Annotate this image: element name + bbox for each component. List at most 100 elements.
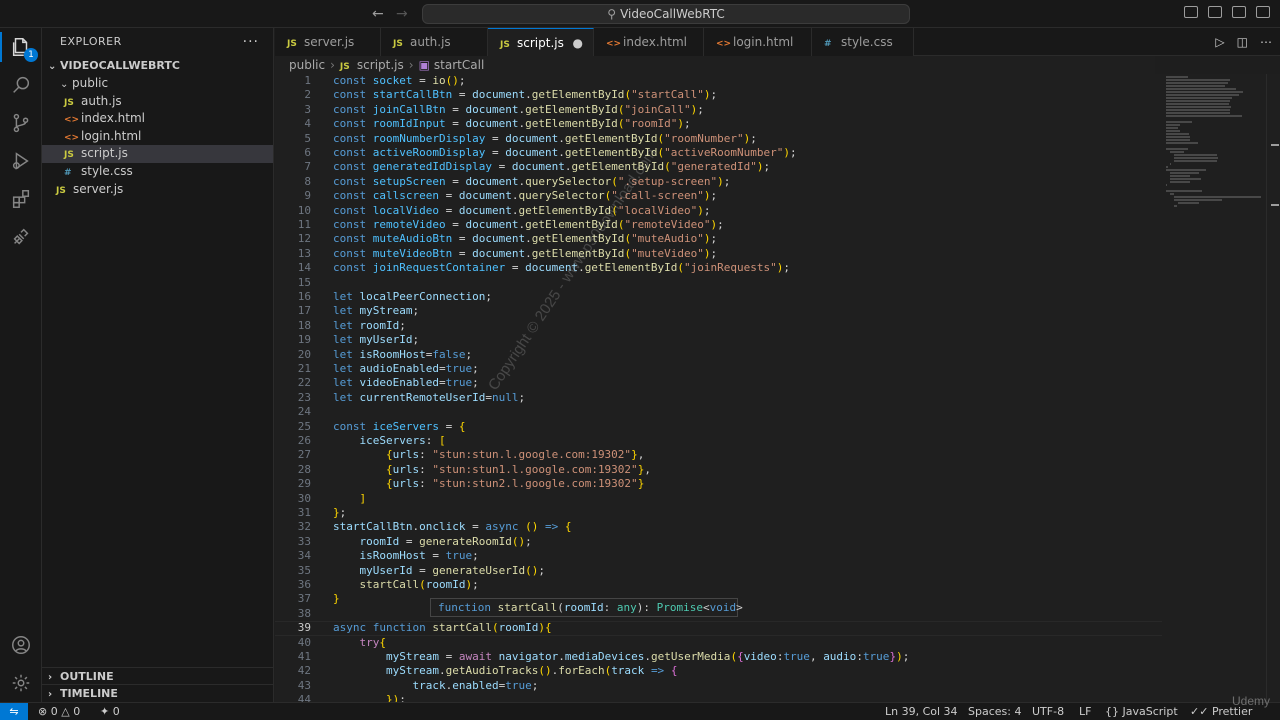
code-line[interactable]: 41 myStream = await navigator.mediaDevic… <box>275 650 1165 664</box>
line-number: 36 <box>297 578 311 591</box>
toggle-primary-sidebar-icon[interactable] <box>1184 6 1198 18</box>
tree-folder-public[interactable]: ⌄ public <box>42 75 273 93</box>
code-line[interactable]: 33 roomId = generateRoomId(); <box>275 535 1165 549</box>
code-line[interactable]: 6 const activeRoomDisplay = document.getE… <box>275 146 1165 160</box>
code-line[interactable]: 11 const remoteVideo = document.getElemen… <box>275 218 1165 232</box>
code-line[interactable]: 31}; <box>275 506 1165 520</box>
source-control-icon[interactable] <box>0 104 42 142</box>
code-line[interactable]: 43 track.enabled=true; <box>275 679 1165 693</box>
code-editor[interactable]: 44 }); 43 track.enabled=true; 42 myStream.… <box>275 74 1165 702</box>
code-line[interactable]: 23 let currentRemoteUserId=null; <box>275 391 1165 405</box>
tree-file-auth-js[interactable]: JS auth.js <box>42 93 273 111</box>
code-line[interactable]: 30 ] <box>275 492 1165 506</box>
tab-index-html[interactable]: <> index.html <box>594 28 704 56</box>
tab-server-js[interactable]: JS server.js <box>275 28 381 56</box>
code-text: const roomNumberDisplay = document.getEl… <box>333 131 757 145</box>
breadcrumb-item[interactable]: startCall <box>434 58 484 72</box>
tree-file-server-js[interactable]: JS server.js <box>42 181 273 199</box>
code-line[interactable]: 14 const joinRequestContainer = document.… <box>275 261 1165 275</box>
code-line[interactable]: 24 <box>275 405 1165 419</box>
code-line[interactable]: 34 isRoomHost = true; <box>275 549 1165 563</box>
code-line[interactable]: 8 const setupScreen = document.querySelec… <box>275 175 1165 189</box>
code-line[interactable]: 1 const socket = io(); <box>275 74 1165 88</box>
code-line[interactable]: 42 myStream.getAudioTracks().forEach(tra… <box>275 664 1165 678</box>
remote-icon[interactable] <box>0 218 42 256</box>
code-line[interactable]: 44 }); <box>275 693 1165 702</box>
code-line[interactable]: 16 let localPeerConnection; <box>275 290 1165 304</box>
code-line[interactable]: 19 let myUserId; <box>275 333 1165 347</box>
code-line[interactable]: 29 {urls: "stun:stun2.l.google.com:19302… <box>275 477 1165 491</box>
indentation[interactable]: Spaces: 4 <box>968 703 1021 720</box>
explorer-icon[interactable]: 1 <box>0 28 42 66</box>
code-line[interactable]: 21 let audioEnabled=true; <box>275 362 1165 376</box>
problems-status[interactable]: ⊗ 0 △ 0 <box>38 703 80 720</box>
minimap-line <box>1166 91 1243 93</box>
tab-script-js[interactable]: JS script.js ● <box>488 28 594 56</box>
back-arrow-icon[interactable]: ← <box>372 6 384 22</box>
tree-file-index-html[interactable]: <> index.html <box>42 110 273 128</box>
breadcrumb-item[interactable]: script.js <box>357 58 404 72</box>
timeline-section[interactable]: › TIMELINE <box>42 684 274 702</box>
code-line[interactable]: 39 async function startCall(roomId){ <box>275 621 1165 636</box>
code-line[interactable]: 32 startCallBtn.onclick = async () => { <box>275 520 1165 534</box>
code-line[interactable]: 40 try{ <box>275 636 1165 650</box>
tab-style-css[interactable]: # style.css <box>812 28 914 56</box>
minimap-line <box>1166 106 1231 108</box>
code-text: let audioEnabled=true; <box>333 362 479 375</box>
code-line[interactable]: 7 const generatedIdDisplay = document.get… <box>275 160 1165 174</box>
code-line[interactable]: 15 <box>275 276 1165 290</box>
run-icon[interactable]: ▷ <box>1215 35 1224 49</box>
code-line[interactable]: 10 const localVideo = document.getElement… <box>275 204 1165 218</box>
code-line[interactable]: 13 const muteVideoBtn = document.getEleme… <box>275 247 1165 261</box>
workspace-root[interactable]: ⌄ VIDEOCALLWEBRTC <box>42 57 273 75</box>
search-icon[interactable] <box>0 66 42 104</box>
minimap[interactable] <box>1162 74 1266 702</box>
toggle-secondary-sidebar-icon[interactable] <box>1232 6 1246 18</box>
settings-gear-icon[interactable] <box>0 664 42 702</box>
outline-section[interactable]: › OUTLINE <box>42 667 274 685</box>
forward-arrow-icon[interactable]: → <box>396 6 408 22</box>
code-line[interactable]: 35 myUserId = generateUserId(); <box>275 564 1165 578</box>
split-editor-icon[interactable]: ◫ <box>1237 35 1248 49</box>
account-icon[interactable] <box>0 626 42 664</box>
toggle-panel-icon[interactable] <box>1208 6 1222 18</box>
modified-dot-icon[interactable]: ● <box>573 29 583 57</box>
code-line[interactable]: 18 let roomId; <box>275 319 1165 333</box>
code-line[interactable]: 12 const muteAudioBtn = document.getEleme… <box>275 232 1165 246</box>
code-line[interactable]: 2 const startCallBtn = document.getElemen… <box>275 88 1165 102</box>
code-line[interactable]: 26 iceServers: [ <box>275 434 1165 448</box>
code-line[interactable]: 20 let isRoomHost=false; <box>275 348 1165 362</box>
tree-file-login-html[interactable]: <> login.html <box>42 128 273 146</box>
tree-file-style-css[interactable]: # style.css <box>42 163 273 181</box>
minimap-line <box>1166 76 1188 78</box>
code-line[interactable]: 9 const callscreen = document.querySelect… <box>275 189 1165 203</box>
remote-indicator-icon[interactable]: ⇋ <box>0 703 28 720</box>
code-line[interactable]: 5 const roomNumberDisplay = document.getE… <box>275 132 1165 146</box>
language-mode[interactable]: {} JavaScript <box>1105 703 1178 720</box>
ports-status[interactable]: ✦ 0 <box>100 703 120 720</box>
breadcrumb-item[interactable]: public <box>289 58 325 72</box>
code-line[interactable]: 28 {urls: "stun:stun1.l.google.com:19302… <box>275 463 1165 477</box>
more-actions-icon[interactable]: ··· <box>243 28 259 56</box>
more-actions-icon[interactable]: ⋯ <box>1260 35 1272 49</box>
code-line[interactable]: 17 let myStream; <box>275 304 1165 318</box>
code-line[interactable]: 27 {urls: "stun:stun.l.google.com:19302"… <box>275 448 1165 462</box>
code-line[interactable]: 25 const iceServers = { <box>275 420 1165 434</box>
code-line[interactable]: 36 startCall(roomId); <box>275 578 1165 592</box>
encoding[interactable]: UTF-8 <box>1032 703 1064 720</box>
tab-auth-js[interactable]: JS auth.js <box>381 28 488 56</box>
tab-login-html[interactable]: <> login.html <box>704 28 812 56</box>
code-line[interactable]: 3 const joinCallBtn = document.getElement… <box>275 103 1165 117</box>
extensions-icon[interactable] <box>0 180 42 218</box>
vertical-scrollbar[interactable] <box>1266 74 1280 702</box>
end-of-line[interactable]: LF <box>1079 703 1091 720</box>
customize-layout-icon[interactable] <box>1256 6 1270 18</box>
run-debug-icon[interactable] <box>0 142 42 180</box>
minimap-line <box>1174 157 1218 159</box>
tree-file-script-js[interactable]: JS script.js <box>42 145 273 163</box>
command-center-search[interactable]: ⚲ VideoCallWebRTC <box>422 4 910 24</box>
code-line[interactable]: 22 let videoEnabled=true; <box>275 376 1165 390</box>
cursor-position[interactable]: Ln 39, Col 34 <box>885 703 958 720</box>
code-line[interactable]: 4 const roomIdInput = document.getElement… <box>275 117 1165 131</box>
scrollbar-marker <box>1271 144 1279 146</box>
